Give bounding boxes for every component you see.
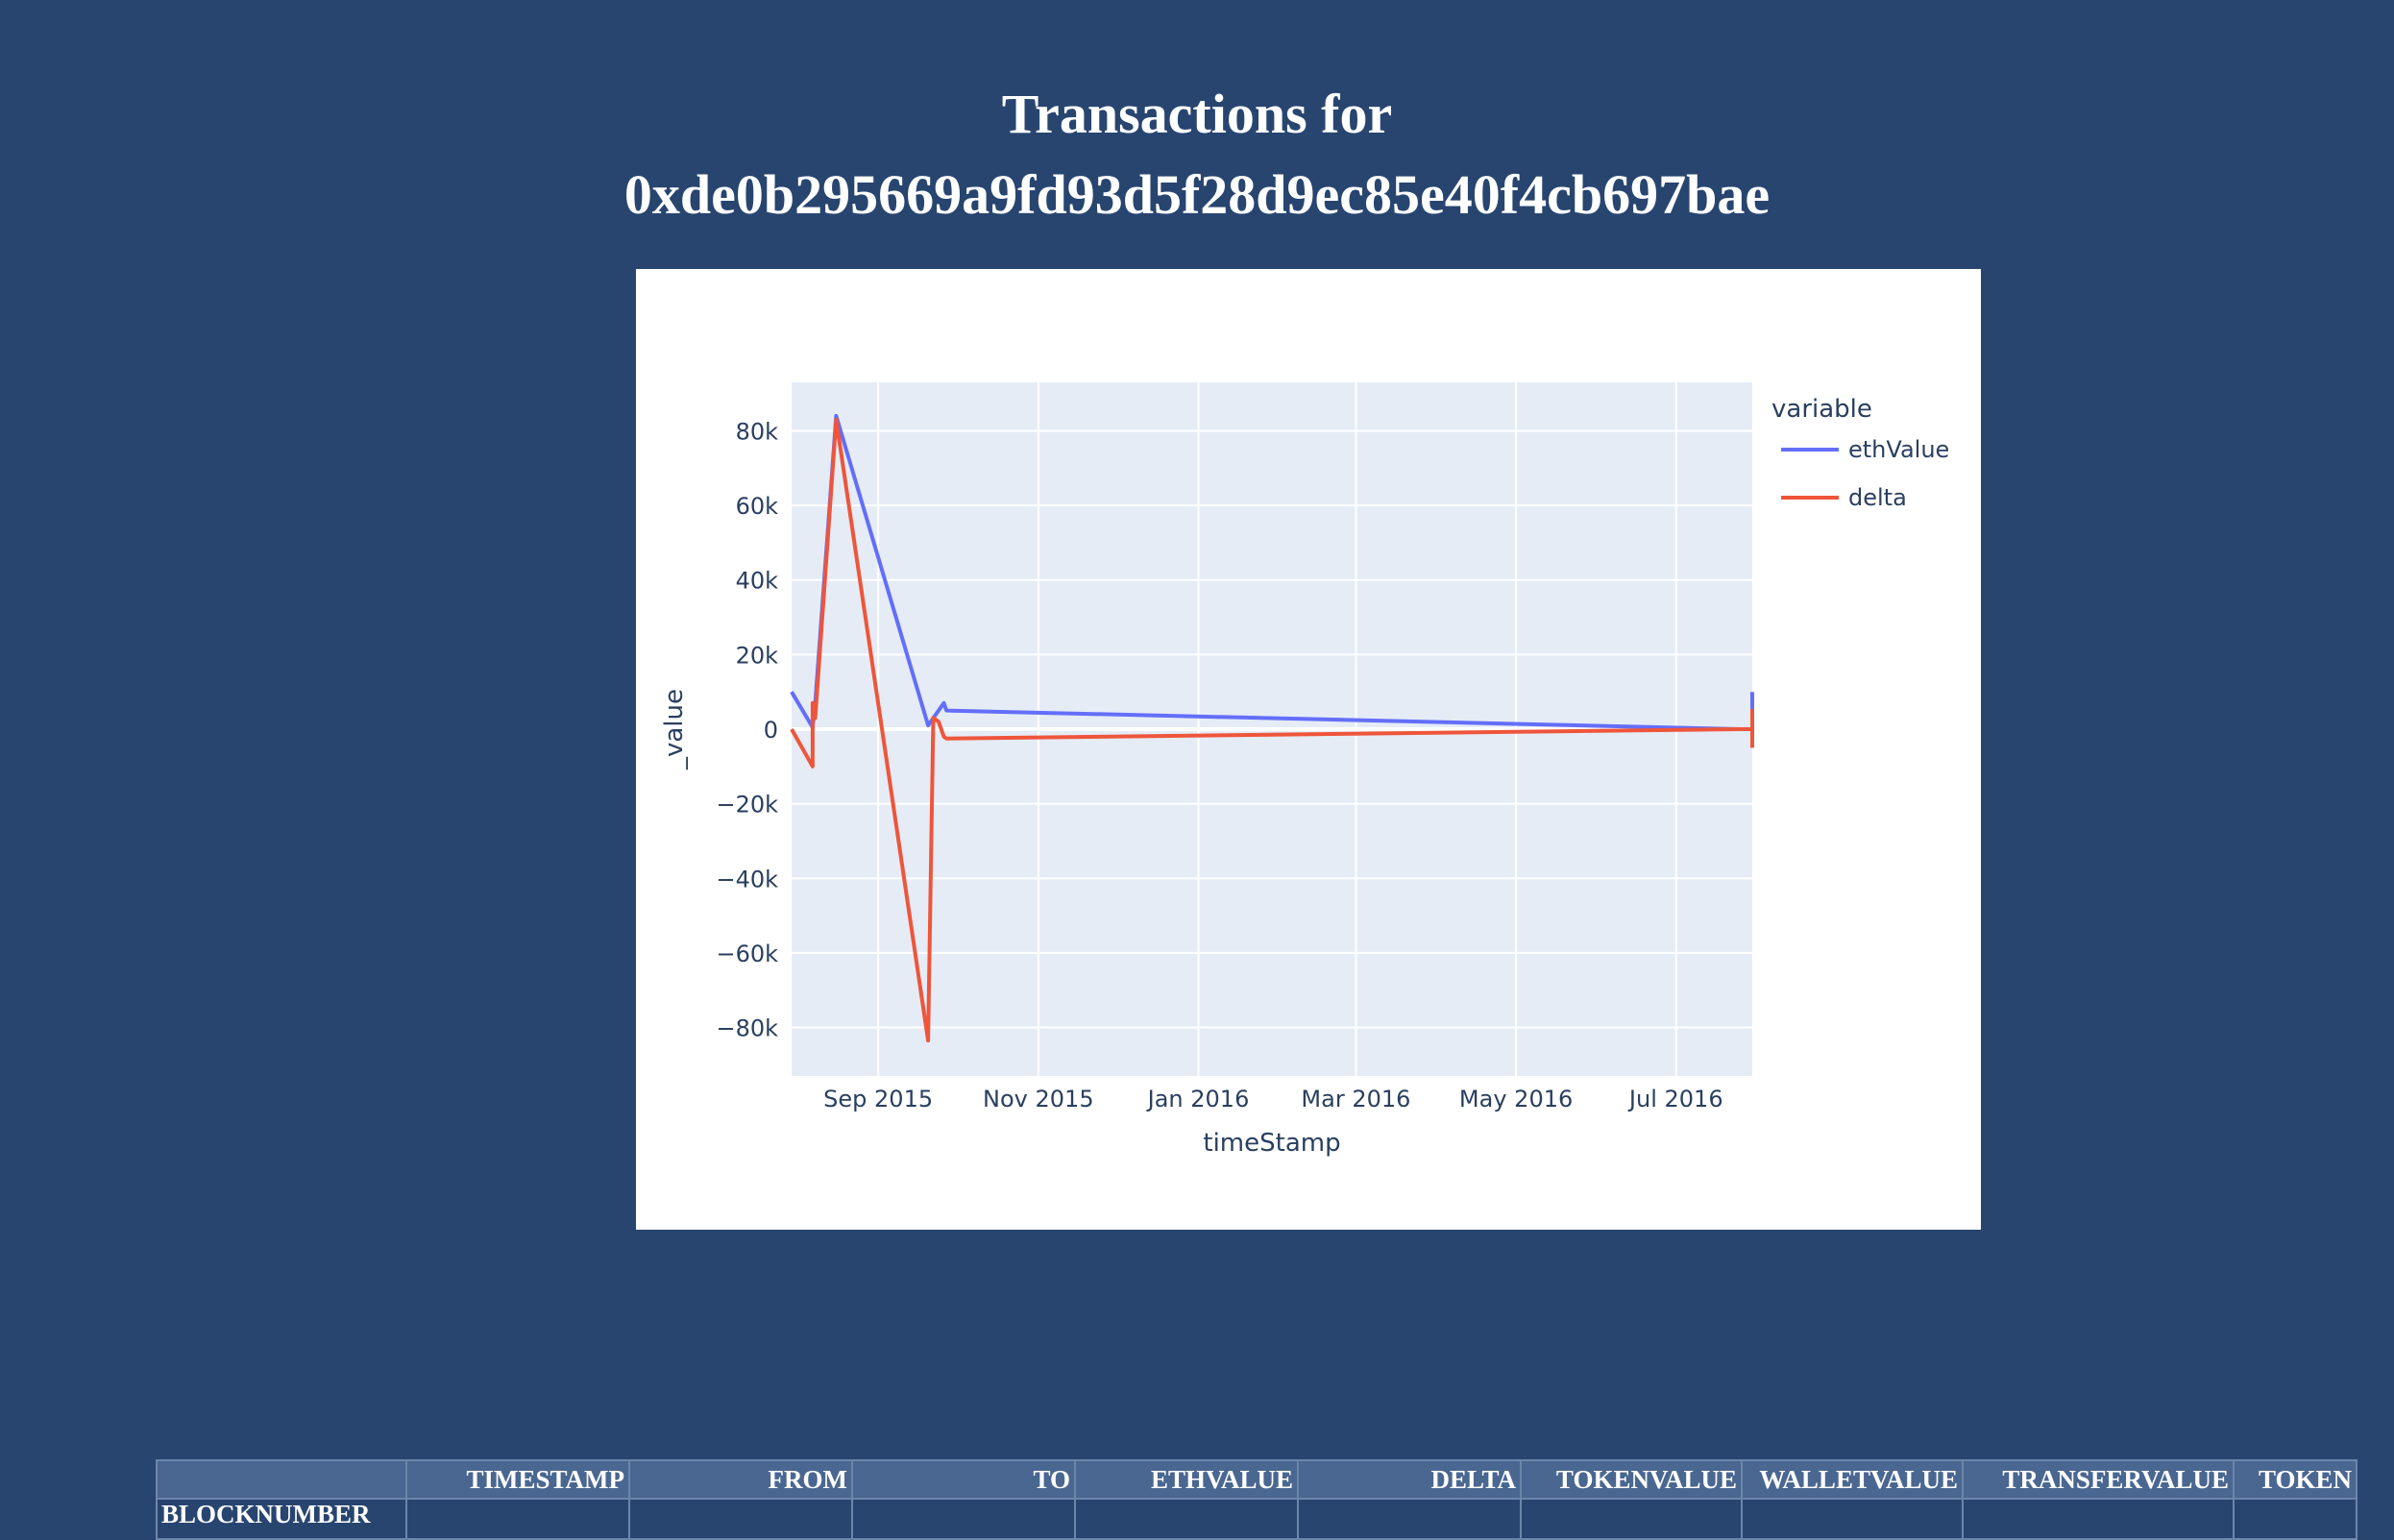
- x-tick-label: Nov 2015: [983, 1086, 1094, 1112]
- y-tick-label: −20k: [716, 792, 778, 819]
- x-tick-label: Jul 2016: [1627, 1086, 1723, 1112]
- y-tick-label: 20k: [736, 642, 779, 669]
- table-cell: [405, 1498, 630, 1540]
- table-cell: [1297, 1498, 1522, 1540]
- line-chart[interactable]: Sep 2015 Nov 2015 Jan 2016 Mar 2016 May 2016…: [636, 269, 1981, 1230]
- table-header-row: TIMESTAMP FROM TO ETHVALUE DELTA TOKENVALUE WA…: [156, 1459, 2357, 1500]
- table-index-row: BLOCKNUMBER: [156, 1498, 2357, 1540]
- y-tick-label: 0: [764, 717, 778, 744]
- x-axis-title: timeStamp: [1203, 1129, 1340, 1158]
- y-tick-label: 80k: [736, 418, 779, 445]
- chart-card[interactable]: Sep 2015 Nov 2015 Jan 2016 Mar 2016 May 2016…: [636, 269, 1981, 1230]
- x-tick-label: Jan 2016: [1146, 1086, 1250, 1112]
- x-tick-label: May 2016: [1459, 1086, 1573, 1112]
- column-header-ethvalue: ETHVALUE: [1074, 1459, 1299, 1500]
- table-cell: [2233, 1498, 2357, 1540]
- page-title-address: 0xde0b295669a9fd93d5f28d9ec85e40f4cb697b…: [623, 162, 1771, 226]
- legend-title: variable: [1771, 395, 1872, 424]
- x-tick-label: Sep 2015: [823, 1086, 933, 1112]
- column-header-tokenvalue: TOKENVALUE: [1520, 1459, 1743, 1500]
- table-cell: [1520, 1498, 1743, 1540]
- page-title: Transactions for 0xde0b295669a9fd93d5f28…: [0, 74, 2394, 235]
- page-title-line-1: Transactions for: [1001, 82, 1393, 145]
- legend-label-delta[interactable]: delta: [1848, 484, 1907, 511]
- column-header-walletvalue: WALLETVALUE: [1741, 1459, 1964, 1500]
- y-axis-title: _value: [660, 689, 689, 770]
- table-cell: [1962, 1498, 2235, 1540]
- table-cell: [1074, 1498, 1299, 1540]
- legend-label-ethvalue[interactable]: ethValue: [1848, 436, 1949, 463]
- index-header-blocknumber: BLOCKNUMBER: [156, 1498, 407, 1540]
- column-header-index: [156, 1459, 407, 1500]
- column-header-delta: DELTA: [1297, 1459, 1522, 1500]
- table-cell: [1741, 1498, 1964, 1540]
- y-tick-label: 40k: [736, 568, 779, 595]
- column-header-timestamp: TIMESTAMP: [405, 1459, 630, 1500]
- y-tick-label: −80k: [716, 1015, 778, 1042]
- transactions-table: TIMESTAMP FROM TO ETHVALUE DELTA TOKENVALUE WA…: [156, 1459, 2357, 1540]
- y-tick-label: −60k: [716, 941, 778, 967]
- table-cell: [628, 1498, 853, 1540]
- y-tick-label: −40k: [716, 866, 778, 892]
- column-header-to: TO: [851, 1459, 1076, 1500]
- x-tick-label: Mar 2016: [1301, 1086, 1410, 1112]
- column-header-token: TOKEN: [2233, 1459, 2357, 1500]
- y-tick-label: 60k: [736, 493, 779, 520]
- table-cell: [851, 1498, 1076, 1540]
- column-header-from: FROM: [628, 1459, 853, 1500]
- legend[interactable]: variable ethValue delta: [1771, 395, 1949, 511]
- column-header-transfervalue: TRANSFERVALUE: [1962, 1459, 2235, 1500]
